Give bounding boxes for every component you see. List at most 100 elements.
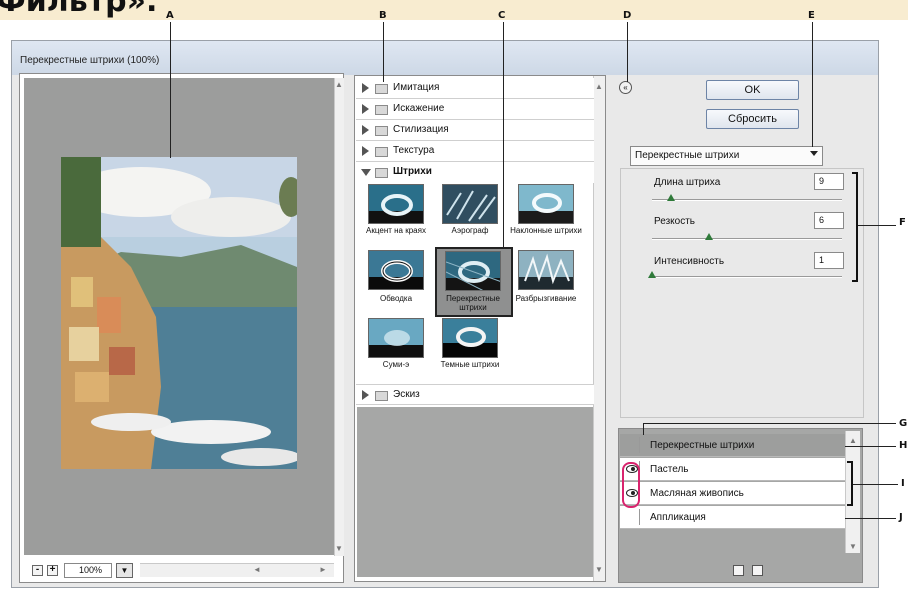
filter-parameters-box [620, 168, 864, 418]
sharpness-input[interactable]: 6 [814, 212, 844, 229]
layers-scroll-down-icon[interactable]: ▼ [848, 542, 858, 552]
visibility-toggle[interactable] [624, 437, 640, 453]
folder-sketch[interactable]: Эскиз [356, 384, 594, 405]
expand-arrow-icon [362, 146, 369, 156]
spatter-thumbnail[interactable] [442, 184, 498, 224]
callout-f: F [899, 217, 906, 228]
callout-j: J [899, 512, 903, 523]
folder-label: Текстура [393, 145, 435, 156]
folder-label: Имитация [393, 82, 440, 93]
callout-e: E [808, 10, 815, 21]
ink-outlines-label: Обводка [379, 294, 413, 303]
stroke-length-slider-thumb[interactable] [667, 194, 675, 201]
layers-scroll-up-icon[interactable]: ▲ [848, 436, 858, 446]
delete-effect-layer-icon[interactable] [752, 565, 763, 576]
preview-image [61, 157, 297, 469]
dark-strokes-thumbnail[interactable] [442, 318, 498, 358]
folder-stylize[interactable]: Стилизация [356, 120, 594, 141]
sharpness-label: Резкость [654, 216, 695, 227]
callout-line-b [383, 22, 384, 82]
filters-empty-area [357, 407, 593, 577]
reset-button[interactable]: Сбросить [706, 109, 799, 129]
preview-horizontal-scrollbar[interactable] [140, 563, 334, 577]
zoom-level-field[interactable]: 100% [64, 563, 112, 578]
folder-icon [375, 84, 388, 94]
preview-vertical-scrollbar[interactable] [334, 78, 344, 556]
collapse-arrow-icon [361, 169, 371, 176]
folder-icon [375, 105, 388, 115]
callout-line-e [812, 22, 813, 147]
accented-edges-label: Акцент на краях [366, 226, 426, 235]
folder-icon [375, 168, 388, 178]
spatter-label: Аэрограф [451, 226, 489, 235]
callout-line-g-drop [643, 423, 644, 435]
sharpness-slider-thumb[interactable] [705, 233, 713, 240]
callout-line-c [503, 22, 504, 249]
layer-row-pastel[interactable]: Пастель [620, 458, 845, 481]
zoom-dropdown-icon[interactable]: ▼ [116, 563, 133, 578]
callout-bracket-f [852, 172, 858, 282]
collapse-gallery-button[interactable]: « [619, 81, 632, 94]
folder-artistic[interactable]: Имитация [356, 78, 594, 99]
folder-texture[interactable]: Текстура [356, 141, 594, 162]
scroll-up-icon[interactable]: ▲ [334, 80, 344, 90]
scroll-right-icon[interactable]: ► [318, 565, 328, 575]
visibility-toggle[interactable] [624, 509, 640, 525]
expand-arrow-icon [362, 83, 369, 93]
folder-label: Стилизация [393, 124, 449, 135]
crosshatch-thumbnail[interactable] [445, 251, 501, 291]
sumi-e-thumbnail[interactable] [368, 318, 424, 358]
stroke-length-input[interactable]: 9 [814, 173, 844, 190]
folder-label: Эскиз [393, 389, 420, 400]
filters-scroll-down-icon[interactable]: ▼ [594, 565, 604, 575]
chevron-down-icon[interactable] [810, 151, 818, 156]
intensity-input[interactable]: 1 [814, 252, 844, 269]
folder-distort[interactable]: Искажение [356, 99, 594, 120]
callout-h: H [899, 440, 908, 451]
layer-row-crosshatch[interactable]: Перекрестные штрихи [620, 434, 845, 457]
sharpness-slider[interactable] [652, 238, 842, 240]
folder-brush-strokes[interactable]: Штрихи [356, 162, 594, 183]
angled-strokes-label: Наклонные штрихи [510, 226, 582, 235]
filter-select[interactable]: Перекрестные штрихи [630, 146, 823, 166]
sprayed-strokes-label: Разбрызгивание [515, 294, 577, 303]
zoom-in-button[interactable]: + [47, 565, 58, 576]
layer-row-oil-paint[interactable]: Масляная живопись [620, 482, 845, 505]
layer-name: Масляная живопись [650, 488, 744, 499]
zoom-out-button[interactable]: - [32, 565, 43, 576]
intensity-slider-thumb[interactable] [648, 271, 656, 278]
scroll-down-icon[interactable]: ▼ [334, 544, 344, 554]
expand-arrow-icon [362, 390, 369, 400]
window-title: Перекрестные штрихи (100%) [20, 55, 160, 66]
callout-line-h [845, 446, 896, 447]
callout-line-f [858, 225, 896, 226]
sprayed-strokes-thumbnail[interactable] [518, 250, 574, 290]
callout-line-j [845, 518, 896, 519]
callout-line-d [627, 22, 628, 82]
ok-button[interactable]: OK [706, 80, 799, 100]
folder-label: Штрихи [393, 166, 432, 177]
expand-arrow-icon [362, 104, 369, 114]
ink-outlines-thumbnail[interactable] [368, 250, 424, 290]
sumi-e-label: Суми-э [382, 360, 410, 369]
callout-g: G [899, 418, 908, 429]
callout-line-g [643, 423, 896, 424]
intensity-slider[interactable] [652, 276, 842, 278]
callout-i: I [901, 478, 905, 489]
new-effect-layer-icon[interactable] [733, 565, 744, 576]
dark-strokes-label: Темные штрихи [440, 360, 500, 369]
callout-b: B [379, 10, 387, 21]
layer-name: Аппликация [650, 512, 706, 523]
crosshatch-label: Перекрестные штрихи [446, 294, 500, 312]
folder-icon [375, 126, 388, 136]
accented-edges-thumbnail[interactable] [368, 184, 424, 224]
filters-scroll-up-icon[interactable]: ▲ [594, 82, 604, 92]
layer-row-cutout[interactable]: Аппликация [620, 506, 845, 529]
callout-a: A [166, 10, 174, 21]
angled-strokes-thumbnail[interactable] [518, 184, 574, 224]
folder-icon [375, 391, 388, 401]
callout-line-a [170, 22, 171, 158]
stroke-length-slider[interactable] [652, 199, 842, 201]
scroll-left-icon[interactable]: ◄ [252, 565, 262, 575]
filters-vertical-scrollbar[interactable] [593, 76, 605, 581]
